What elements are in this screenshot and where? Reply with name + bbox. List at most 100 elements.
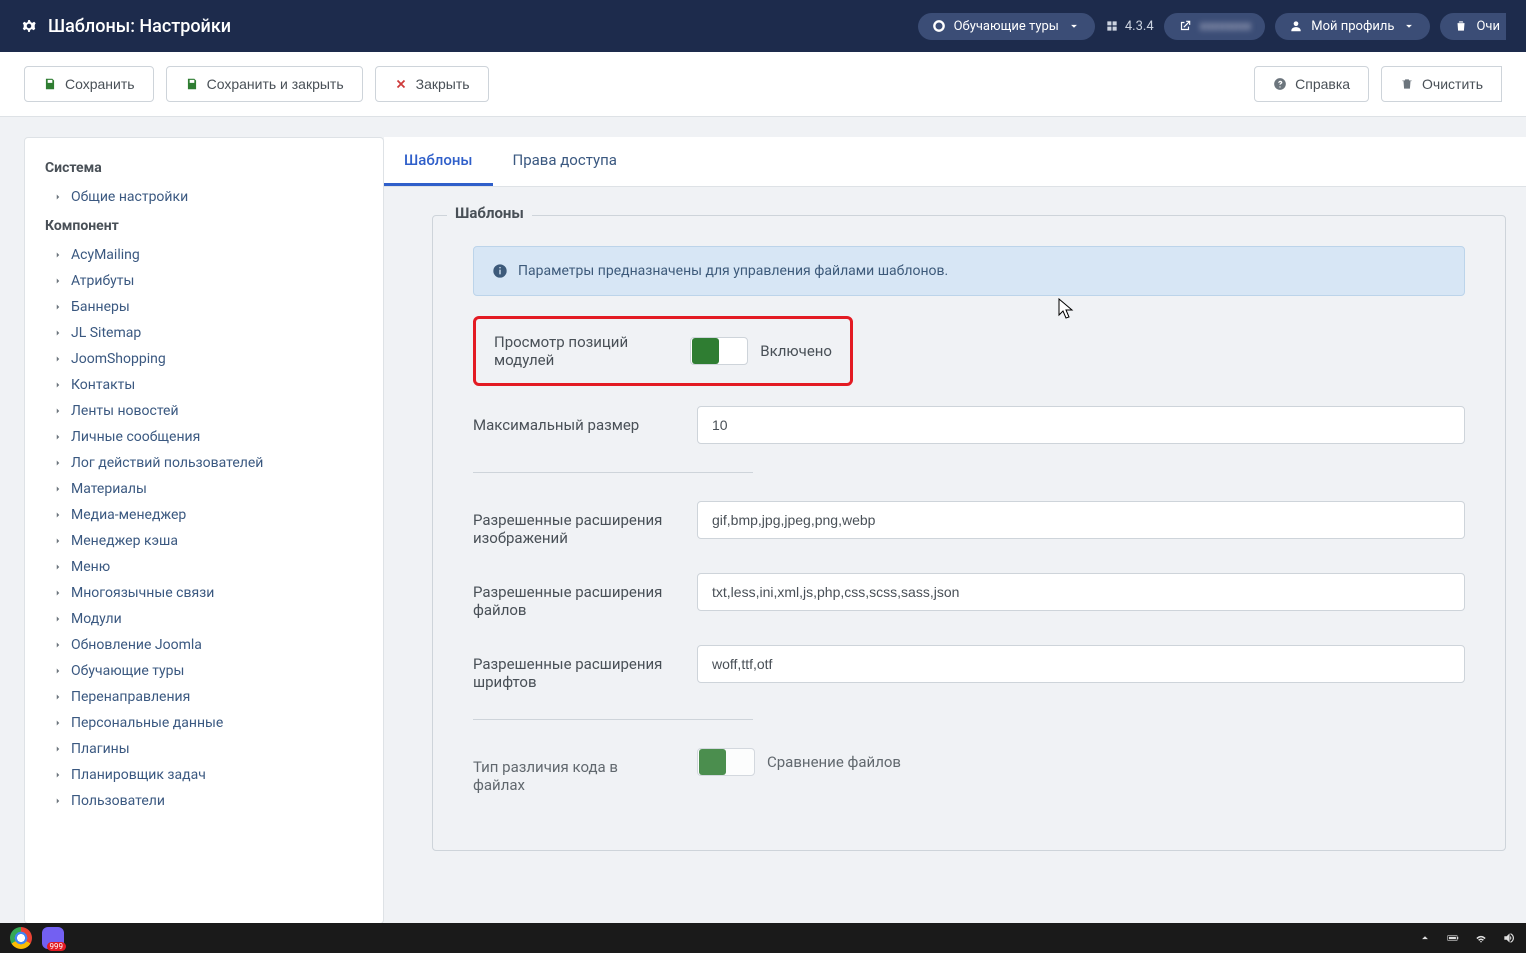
chevron-right-icon — [53, 484, 63, 494]
highlight-preview-positions: Просмотр позиций модулей Включено — [473, 316, 853, 386]
sidebar-component-item-13[interactable]: Многоязычные связи — [45, 580, 363, 606]
sidebar-component-item-12[interactable]: Меню — [45, 554, 363, 580]
sidebar-component-item-7[interactable]: Личные сообщения — [45, 424, 363, 450]
chevron-right-icon — [53, 458, 63, 468]
chevron-right-icon — [53, 536, 63, 546]
sidebar-component-item-3[interactable]: JL Sitemap — [45, 320, 363, 346]
volume-icon[interactable] — [1502, 931, 1516, 945]
profile-dropdown[interactable]: Мой профиль — [1275, 13, 1430, 40]
joomla-icon — [1105, 19, 1119, 33]
sidebar-component-item-10[interactable]: Медиа-менеджер — [45, 502, 363, 528]
sidebar-component-item-17[interactable]: Перенаправления — [45, 684, 363, 710]
chevron-right-icon — [53, 770, 63, 780]
sidebar-item-label: Плагины — [71, 741, 130, 757]
chevron-right-icon — [53, 354, 63, 364]
version-text: 4.3.4 — [1125, 19, 1154, 34]
external-link-pill[interactable]: xxxxxxxx — [1164, 13, 1266, 40]
sidebar-component-item-6[interactable]: Ленты новостей — [45, 398, 363, 424]
sidebar-component-item-5[interactable]: Контакты — [45, 372, 363, 398]
clear-button[interactable]: Очистить — [1381, 66, 1502, 102]
sidebar-item-label: Многоязычные связи — [71, 585, 214, 601]
info-alert: Параметры предназначены для управления ф… — [473, 246, 1465, 296]
chevron-right-icon — [53, 588, 63, 598]
wifi-icon[interactable] — [1474, 931, 1488, 945]
sidebar-item-label: JL Sitemap — [71, 325, 141, 341]
topbar-clear[interactable]: Очи — [1440, 13, 1506, 40]
preview-positions-switch[interactable] — [690, 337, 748, 365]
save-button[interactable]: Сохранить — [24, 66, 154, 102]
user-icon — [1289, 19, 1303, 33]
page-title: Шаблоны: Настройки — [20, 16, 231, 37]
sidebar-component-item-16[interactable]: Обучающие туры — [45, 658, 363, 684]
chevron-up-icon[interactable] — [1418, 931, 1432, 945]
blur-text: xxxxxxxx — [1200, 19, 1252, 34]
save-close-button[interactable]: Сохранить и закрыть — [166, 66, 363, 102]
clear-label: Очистить — [1422, 76, 1483, 92]
sidebar-component-item-20[interactable]: Планировщик задач — [45, 762, 363, 788]
chevron-right-icon — [53, 406, 63, 416]
sidebar-component-item-21[interactable]: Пользователи — [45, 788, 363, 814]
sidebar-component-item-0[interactable]: AcyMailing — [45, 242, 363, 268]
sidebar-item-label: Перенаправления — [71, 689, 190, 705]
taskbar-chrome[interactable] — [10, 927, 32, 949]
sidebar-item-label: Обновление Joomla — [71, 637, 202, 653]
row-image-ext: Разрешенные расширения изображений — [473, 501, 1465, 547]
diff-label: Тип различия кода в файлах — [473, 748, 673, 794]
tours-dropdown[interactable]: Обучающие туры — [918, 13, 1095, 40]
chevron-down-icon — [1402, 19, 1416, 33]
close-button[interactable]: Закрыть — [375, 66, 489, 102]
row-diff: Тип различия кода в файлах Сравнение фай… — [473, 748, 1465, 794]
switch-knob — [699, 749, 726, 775]
max-size-input[interactable] — [697, 406, 1465, 444]
file-ext-input[interactable] — [697, 573, 1465, 611]
save-icon — [185, 77, 199, 91]
info-icon — [492, 263, 508, 279]
chevron-right-icon — [53, 614, 63, 624]
chevron-right-icon — [53, 276, 63, 286]
taskbar-viber[interactable]: 999 — [42, 927, 64, 949]
sidebar-component-item-9[interactable]: Материалы — [45, 476, 363, 502]
topbar-right: Обучающие туры 4.3.4 xxxxxxxx Мой профил… — [918, 13, 1506, 40]
sidebar-component-item-8[interactable]: Лог действий пользователей — [45, 450, 363, 476]
sidebar-system-item-0[interactable]: Общие настройки — [45, 184, 363, 210]
tab-permissions[interactable]: Права доступа — [493, 137, 637, 186]
sidebar-component-item-19[interactable]: Плагины — [45, 736, 363, 762]
sidebar-component-item-15[interactable]: Обновление Joomla — [45, 632, 363, 658]
file-ext-label: Разрешенные расширения файлов — [473, 573, 673, 619]
sidebar-component-item-11[interactable]: Менеджер кэша — [45, 528, 363, 554]
help-button[interactable]: Справка — [1254, 66, 1369, 102]
trash-icon — [1400, 77, 1414, 91]
sidebar-component-item-1[interactable]: Атрибуты — [45, 268, 363, 294]
panel: Шаблоны Параметры предназначены для упра… — [384, 187, 1526, 891]
tours-label: Обучающие туры — [954, 19, 1059, 34]
chevron-right-icon — [53, 380, 63, 390]
sidebar-component-item-14[interactable]: Модули — [45, 606, 363, 632]
sidebar-component-item-18[interactable]: Персональные данные — [45, 710, 363, 736]
battery-icon[interactable] — [1446, 931, 1460, 945]
diff-switch[interactable] — [697, 748, 755, 776]
taskbar-tray — [1418, 931, 1516, 945]
external-link-icon — [1178, 19, 1192, 33]
close-label: Закрыть — [416, 76, 470, 92]
help-label: Справка — [1295, 76, 1350, 92]
sidebar-component-item-2[interactable]: Баннеры — [45, 294, 363, 320]
chevron-right-icon — [53, 692, 63, 702]
joomla-version: 4.3.4 — [1105, 19, 1154, 34]
sidebar-item-label: Общие настройки — [71, 189, 188, 205]
image-ext-input[interactable] — [697, 501, 1465, 539]
chevron-right-icon — [53, 432, 63, 442]
tab-templates[interactable]: Шаблоны — [384, 137, 493, 186]
sidebar-item-label: Модули — [71, 611, 122, 627]
font-ext-input[interactable] — [697, 645, 1465, 683]
save-label: Сохранить — [65, 76, 135, 92]
close-icon — [394, 77, 408, 91]
chevron-right-icon — [53, 328, 63, 338]
font-ext-label: Разрешенные расширения шрифтов — [473, 645, 673, 691]
sidebar-item-label: Ленты новостей — [71, 403, 179, 419]
switch-knob — [692, 338, 719, 364]
sidebar-component-item-4[interactable]: JoomShopping — [45, 346, 363, 372]
sidebar-item-label: Меню — [71, 559, 110, 575]
sidebar-item-label: Медиа-менеджер — [71, 507, 186, 523]
topbar: Шаблоны: Настройки Обучающие туры 4.3.4 … — [0, 0, 1526, 52]
chevron-right-icon — [53, 640, 63, 650]
